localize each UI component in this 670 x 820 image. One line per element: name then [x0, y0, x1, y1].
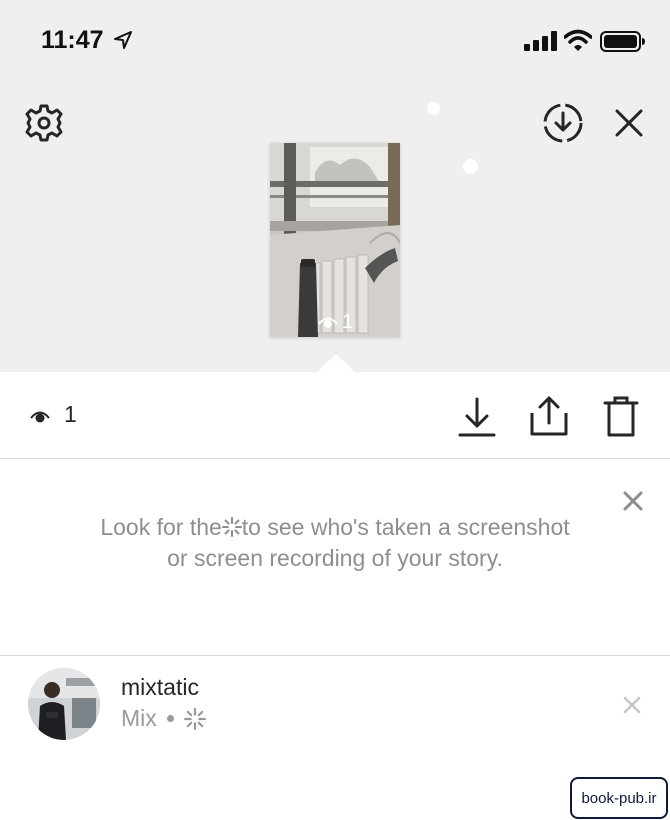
screenshot-tip-text: Look for the to see who's taken a screens… — [90, 512, 580, 574]
avatar-photo — [28, 668, 100, 740]
decorative-dot — [427, 102, 440, 115]
separator-dot — [166, 715, 174, 722]
sparkle-icon — [221, 517, 242, 537]
cellular-signal-icon — [524, 31, 557, 51]
download-circle-icon[interactable] — [541, 101, 585, 145]
story-photo — [270, 143, 400, 337]
thumbnail-view-count-label: 1 — [342, 310, 354, 333]
view-count[interactable]: 1 — [64, 401, 77, 428]
gear-icon[interactable] — [24, 103, 64, 143]
trash-icon[interactable] — [603, 396, 639, 438]
download-icon[interactable] — [458, 396, 496, 438]
eye-icon — [30, 411, 50, 423]
battery-icon — [600, 31, 645, 52]
selection-pointer — [316, 354, 356, 373]
tip-text-start: Look for the — [100, 514, 222, 540]
story-thumbnail[interactable] — [270, 143, 400, 337]
share-icon[interactable] — [529, 395, 569, 437]
location-arrow-icon — [114, 31, 132, 49]
viewer-username[interactable]: mixtatic — [121, 674, 199, 701]
remove-viewer-icon[interactable] — [623, 696, 641, 714]
sparkle-icon — [183, 707, 206, 730]
story-actions-bar — [0, 373, 670, 459]
decorative-dot — [463, 159, 478, 174]
watermark: book-pub.ir — [570, 777, 668, 819]
close-icon[interactable] — [623, 491, 643, 511]
status-time: 11:47 — [41, 26, 104, 54]
avatar[interactable] — [28, 668, 100, 740]
viewer-full-name: Mix — [121, 705, 157, 731]
wifi-icon — [564, 29, 592, 51]
thumbnail-view-count: 1 — [318, 310, 353, 334]
viewer-subline: Mix — [121, 705, 206, 732]
eye-icon — [318, 317, 338, 328]
close-icon[interactable] — [614, 108, 644, 138]
